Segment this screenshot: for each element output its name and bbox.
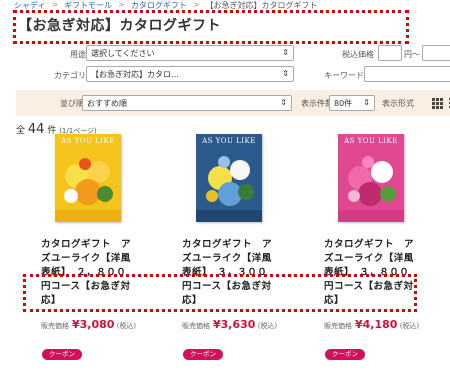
price-suffix: 円〜 (404, 50, 420, 59)
price-label: 税込価格 (342, 50, 374, 59)
cover-brand-text: AS YOU LIKE (61, 137, 115, 145)
catalog-cover-image (55, 134, 121, 222)
count-select[interactable]: 80件 ⇕ (329, 95, 375, 111)
product-image[interactable]: AS YOU LIKE (55, 134, 121, 222)
cover-brand-text: AS YOU LIKE (202, 137, 256, 145)
chevron-updown-icon: ⇕ (280, 98, 287, 107)
purpose-label: 用途 (70, 50, 86, 59)
price-row: 販売価格 ¥4,180 (税込) (324, 318, 419, 331)
sort-label: 並び順 (60, 99, 84, 108)
tax-note: (税込) (257, 322, 278, 330)
keyword-input[interactable] (364, 66, 450, 82)
chevron-updown-icon: ⇕ (282, 69, 289, 78)
price-label: 販売価格 (182, 322, 210, 330)
price-label: 販売価格 (41, 322, 69, 330)
product-name[interactable]: カタログギフト アズユーライク【洋風表紙】 ２，８００円コース【お急ぎ対応】 (41, 238, 136, 308)
price-row: 販売価格 ¥3,080 (税込) (41, 318, 136, 331)
coupon-badge[interactable]: クーポン (183, 349, 223, 360)
chevron-updown-icon: ⇕ (282, 48, 289, 57)
price-row: 販売価格 ¥3,630 (税込) (182, 318, 277, 331)
result-count-number: 44 (27, 122, 45, 137)
tax-note: (税込) (399, 322, 420, 330)
price-max-input[interactable] (422, 45, 450, 61)
keyword-label: キーワード (324, 71, 364, 80)
sort-select-value: おすすめ順 (87, 99, 127, 108)
price-min-input[interactable] (378, 45, 402, 61)
sort-bar: 並び順 おすすめ順 ⇕ 表示件数 80件 ⇕ 表示形式 (16, 90, 450, 116)
result-count-prefix: 全 (16, 126, 26, 136)
page-title: 【お急ぎ対応】カタログギフト (18, 18, 221, 34)
sort-select[interactable]: おすすめ順 ⇕ (82, 95, 292, 111)
purpose-select[interactable]: 選択してください ⇕ (86, 45, 294, 61)
product-name[interactable]: カタログギフト アズユーライク【洋風表紙】 ３，３００円コース【お急ぎ対応】 (182, 238, 277, 308)
grid-view-icon[interactable] (432, 98, 443, 109)
purpose-select-value: 選択してください (91, 49, 155, 58)
price-value: ¥4,180 (355, 318, 398, 331)
product-name[interactable]: カタログギフト アズユーライク【洋風表紙】 ３，８００円コース【お急ぎ対応】 (324, 238, 419, 308)
price-value: ¥3,080 (72, 318, 115, 331)
coupon-badge[interactable]: クーポン (42, 349, 82, 360)
category-select[interactable]: 【お急ぎ対応】カタロ… ⇕ (86, 66, 294, 82)
chevron-updown-icon: ⇕ (363, 98, 370, 107)
tax-note: (税込) (116, 322, 137, 330)
coupon-badge[interactable]: クーポン (325, 349, 365, 360)
product-image[interactable]: AS YOU LIKE (196, 134, 262, 222)
product-image[interactable]: AS YOU LIKE (338, 134, 404, 222)
category-label: カテゴリ (54, 71, 86, 80)
price-label: 販売価格 (324, 322, 352, 330)
catalog-cover-image (338, 134, 404, 222)
cover-brand-text: AS YOU LIKE (344, 137, 398, 145)
format-label: 表示形式 (382, 99, 414, 108)
count-select-value: 80件 (334, 99, 353, 108)
category-select-value: 【お急ぎ対応】カタロ… (91, 70, 179, 79)
price-value: ¥3,630 (213, 318, 256, 331)
catalog-cover-image (196, 134, 262, 222)
